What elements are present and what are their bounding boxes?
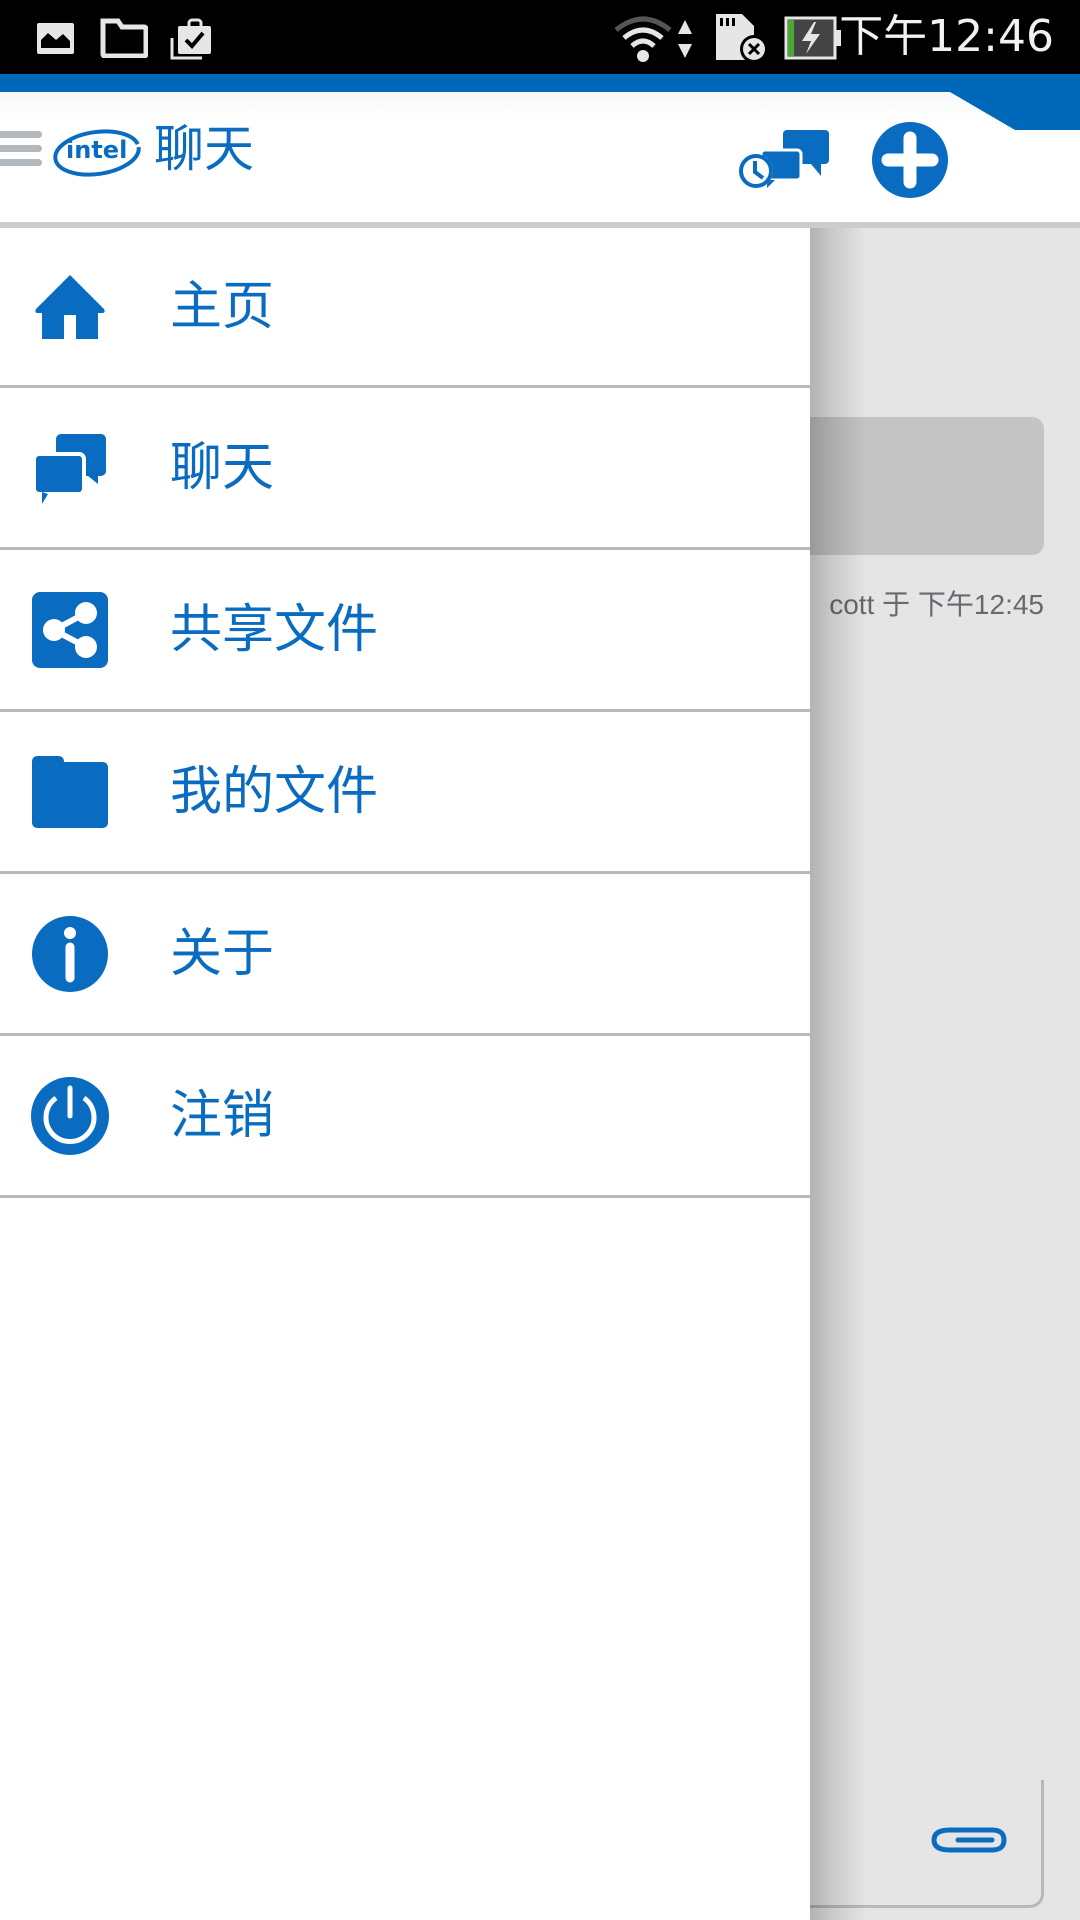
- power-icon: [31, 1076, 109, 1155]
- share-icon: [32, 591, 108, 668]
- drawer-item-label: 关于: [170, 923, 275, 984]
- drawer-item-chat[interactable]: 聊天: [0, 388, 810, 550]
- info-icon: [32, 915, 108, 992]
- drawer-item-label: 注销: [170, 1085, 275, 1146]
- header-accent-strip: [0, 74, 1080, 92]
- drawer-item-label: 我的文件: [170, 761, 379, 822]
- data-transfer-icon: [678, 20, 692, 58]
- intel-logo: intel: [53, 129, 141, 177]
- drawer-item-my-files[interactable]: 我的文件: [0, 712, 810, 874]
- navigation-drawer: 主页 聊天 共享文件 我的文件 关于 注销: [0, 228, 810, 1920]
- screen: 下午12:46 intel 聊天 cott 于 下午12:45 主页 聊天 共享…: [0, 0, 1080, 1920]
- drawer-item-about[interactable]: 关于: [0, 874, 810, 1036]
- sd-card-error-icon: [716, 14, 768, 63]
- add-icon[interactable]: [872, 122, 948, 198]
- battery-charging-icon: [784, 16, 841, 60]
- status-time: 下午12:46: [839, 11, 1054, 62]
- drawer-item-shared-files[interactable]: 共享文件: [0, 550, 810, 712]
- status-bar: 下午12:46: [0, 0, 1080, 74]
- drawer-item-logout[interactable]: 注销: [0, 1036, 810, 1198]
- chat-history-icon[interactable]: [735, 126, 831, 192]
- home-icon: [35, 274, 105, 339]
- folder-icon: [32, 755, 108, 828]
- folder-notification-icon: [100, 18, 148, 58]
- clipboard-check-notification-icon: [170, 18, 211, 60]
- drawer-item-home[interactable]: 主页: [0, 228, 810, 388]
- drawer-item-label: 共享文件: [170, 599, 379, 660]
- drawer-item-label: 主页: [170, 276, 275, 337]
- drawer-scrim-shadow: [810, 228, 866, 1920]
- header-corner-accent: [940, 92, 1080, 130]
- drawer-item-label: 聊天: [170, 437, 275, 498]
- paperclip-icon[interactable]: [930, 1820, 1010, 1860]
- wifi-icon: [614, 16, 672, 62]
- svg-text:intel: intel: [66, 136, 127, 164]
- chat-bubbles-icon: [32, 433, 106, 504]
- gallery-notification-icon: [37, 23, 74, 54]
- page-title: 聊天: [154, 120, 254, 178]
- menu-toggle-icon[interactable]: [0, 131, 42, 167]
